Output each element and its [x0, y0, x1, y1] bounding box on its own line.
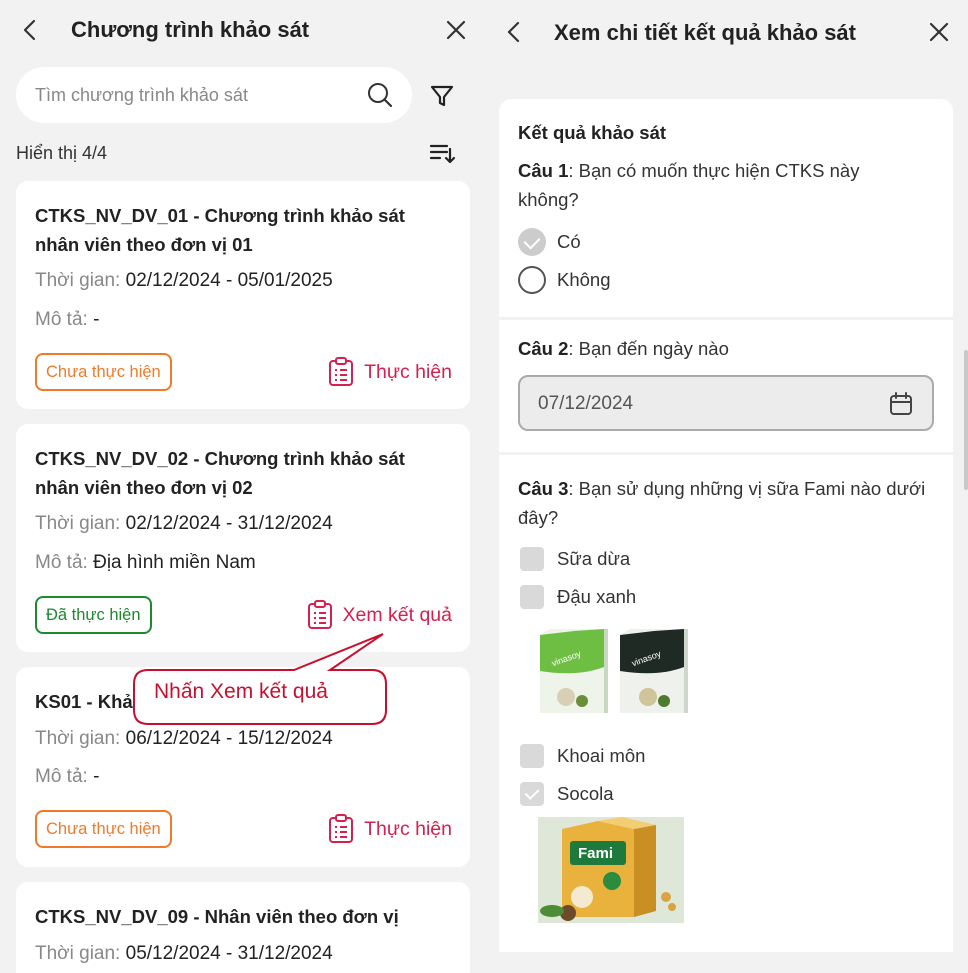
- question-2-text: Câu 2: Bạn đến ngày nào: [518, 334, 729, 363]
- product-image-fami: Fami: [538, 817, 684, 923]
- option-khoai-mon[interactable]: Khoai môn: [518, 741, 645, 771]
- perform-label: Thực hiện: [364, 817, 452, 840]
- header: Chương trình khảo sát: [0, 0, 484, 60]
- desc-label: Mô tả:: [35, 766, 88, 787]
- perform-button[interactable]: Thực hiện: [328, 355, 452, 389]
- question-1-body: : Bạn có muốn thực hiện CTKS này không?: [518, 160, 860, 210]
- radio-checked-icon: [518, 228, 546, 256]
- search-input[interactable]: Tìm chương trình khảo sát: [16, 67, 412, 123]
- clipboard-icon: [307, 600, 332, 629]
- option-label: Đậu xanh: [557, 586, 637, 607]
- card-desc: Mô tả: -: [35, 766, 99, 788]
- option-dau-xanh[interactable]: Đậu xanh: [518, 582, 636, 612]
- product-image-vinasoy: vinasoy vinasoy: [540, 629, 688, 713]
- time-value: 06/12/2024 - 15/12/2024: [125, 728, 333, 749]
- checkbox-icon: [520, 744, 544, 768]
- question-1-number: Câu 1: [518, 160, 569, 181]
- brand-label-box: Fami: [578, 845, 613, 862]
- option-label: Có: [557, 231, 581, 252]
- card-title: CTKS_NV_DV_09 - Nhân viên theo đơn vị: [35, 906, 399, 927]
- back-icon[interactable]: [14, 14, 46, 46]
- search-placeholder: Tìm chương trình khảo sát: [35, 85, 248, 105]
- checkbox-icon: [520, 585, 544, 609]
- question-3-number: Câu 3: [518, 478, 569, 499]
- checkbox-checked-icon: [520, 782, 544, 806]
- option-socola[interactable]: Socola: [518, 779, 614, 809]
- question-1-text: Câu 1: Bạn có muốn thực hiện CTKS này kh…: [518, 156, 918, 214]
- option-label: Không: [557, 269, 611, 290]
- time-label: Thời gian:: [35, 270, 121, 291]
- close-icon[interactable]: [923, 16, 955, 48]
- question-2-section: Câu 2: Bạn đến ngày nào 07/12/2024: [499, 320, 953, 452]
- desc-value: -: [93, 766, 100, 787]
- card-title: CTKS_NV_DV_02 - Chương trình khảo sát nh…: [35, 448, 405, 498]
- card-desc: Mô tả: -: [35, 309, 99, 331]
- time-value: 05/12/2024 - 31/12/2024: [125, 943, 333, 964]
- page-title: Xem chi tiết kết quả khảo sát: [554, 20, 856, 45]
- survey-list-screen: Chương trình khảo sát Tìm chương trình k…: [0, 0, 484, 973]
- perform-button[interactable]: Thực hiện: [328, 812, 452, 846]
- view-result-label: Xem kết quả: [342, 603, 452, 626]
- card-time: Thời gian: 06/12/2024 - 15/12/2024: [35, 728, 333, 750]
- page-title: Chương trình khảo sát: [71, 17, 310, 42]
- time-label: Thời gian:: [35, 513, 121, 534]
- result-heading: Kết quả khảo sát: [518, 122, 667, 143]
- clipboard-icon: [329, 814, 354, 843]
- filter-icon[interactable]: [428, 82, 456, 110]
- clipboard-icon: [329, 357, 354, 386]
- option-khong[interactable]: Không: [518, 265, 611, 295]
- date-value: 07/12/2024: [538, 393, 634, 414]
- option-label: Khoai môn: [557, 745, 646, 766]
- time-value: 02/12/2024 - 05/01/2025: [125, 270, 333, 291]
- question-3-text: Câu 3: Bạn sử dụng những vị sữa Fami nào…: [518, 474, 928, 532]
- desc-label: Mô tả:: [35, 309, 88, 330]
- survey-card[interactable]: CTKS_NV_DV_09 - Nhân viên theo đơn vị Th…: [16, 882, 470, 973]
- survey-result-screen: Xem chi tiết kết quả khảo sát Kết quả kh…: [484, 0, 968, 973]
- status-badge: Đã thực hiện: [35, 596, 152, 634]
- search-icon[interactable]: [366, 81, 394, 109]
- close-icon[interactable]: [440, 14, 472, 46]
- radio-unchecked-icon: [518, 266, 546, 294]
- back-icon[interactable]: [498, 16, 530, 48]
- calendar-icon[interactable]: [888, 391, 914, 417]
- callout-text: Nhấn Xem kết quả: [154, 680, 328, 703]
- header: Xem chi tiết kết quả khảo sát: [484, 0, 968, 60]
- question-2-number: Câu 2: [518, 338, 569, 359]
- card-time: Thời gian: 02/12/2024 - 05/01/2025: [35, 270, 333, 292]
- result-count: Hiển thị 4/4: [16, 143, 108, 163]
- option-sua-dua[interactable]: Sữa dừa: [518, 544, 630, 574]
- status-badge: Chưa thực hiện: [35, 353, 172, 391]
- option-label: Socola: [557, 783, 614, 804]
- question-3-body: : Bạn sử dụng những vị sữa Fami nào dưới…: [518, 478, 926, 528]
- checkbox-icon: [520, 547, 544, 571]
- card-time: Thời gian: 05/12/2024 - 31/12/2024: [35, 943, 333, 965]
- date-field[interactable]: 07/12/2024: [518, 375, 934, 431]
- time-label: Thời gian:: [35, 943, 121, 964]
- time-value: 02/12/2024 - 31/12/2024: [125, 513, 333, 534]
- question-1-section: Kết quả khảo sát Câu 1: Bạn có muốn thực…: [499, 99, 953, 317]
- card-time: Thời gian: 02/12/2024 - 31/12/2024: [35, 513, 333, 535]
- view-result-button[interactable]: Xem kết quả: [307, 598, 452, 632]
- question-3-section: Câu 3: Bạn sử dụng những vị sữa Fami nào…: [499, 455, 953, 952]
- scrollbar[interactable]: [964, 350, 968, 490]
- card-title: CTKS_NV_DV_01 - Chương trình khảo sát nh…: [35, 205, 405, 255]
- time-label: Thời gian:: [35, 728, 121, 749]
- survey-card[interactable]: CTKS_NV_DV_01 - Chương trình khảo sát nh…: [16, 181, 470, 409]
- status-badge: Chưa thực hiện: [35, 810, 172, 848]
- perform-label: Thực hiện: [364, 360, 452, 383]
- card-desc: Mô tả: Địa hình miền Nam: [35, 552, 256, 574]
- question-2-body: : Bạn đến ngày nào: [568, 338, 729, 359]
- survey-card[interactable]: CTKS_NV_DV_02 - Chương trình khảo sát nh…: [16, 424, 470, 652]
- desc-value: -: [93, 309, 100, 330]
- desc-label: Mô tả:: [35, 552, 88, 573]
- option-label: Sữa dừa: [557, 548, 631, 569]
- sort-icon[interactable]: [428, 140, 456, 168]
- desc-value: Địa hình miền Nam: [93, 552, 256, 573]
- option-co[interactable]: Có: [518, 227, 581, 257]
